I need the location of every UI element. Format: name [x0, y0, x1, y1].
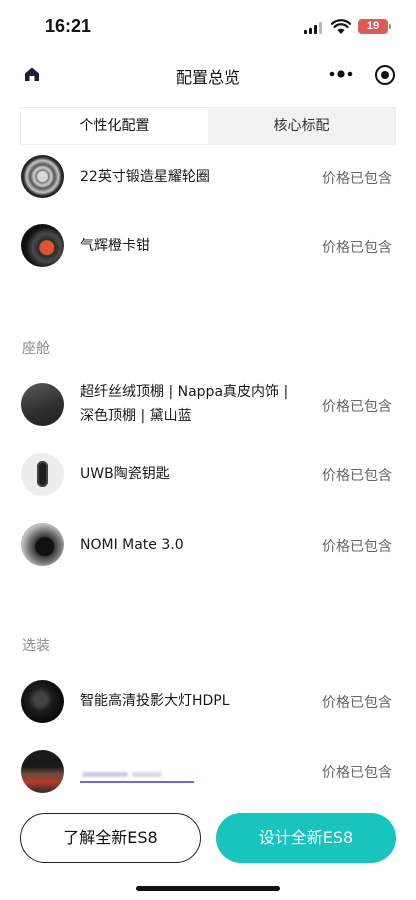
- key-thumbnail: [21, 453, 64, 496]
- list-item[interactable]: NOMI Mate 3.0 价格已包含: [0, 522, 416, 570]
- signal-icon: [304, 22, 324, 34]
- item-price: 价格已包含: [322, 399, 392, 415]
- nav-bar: 配置总览: [0, 52, 416, 98]
- wifi-icon: [331, 19, 351, 34]
- item-name: 22英寸锻造星耀轮圈: [80, 169, 210, 185]
- item-name: UWB陶瓷钥匙: [80, 466, 170, 482]
- item-price: 价格已包含: [322, 240, 392, 256]
- item-name: 超纤丝绒顶棚 | Nappa真皮内饰 | 深色顶棚 | 黛山蓝: [80, 384, 289, 424]
- item-price: 价格已包含: [322, 695, 392, 711]
- tab-personalized[interactable]: 个性化配置: [21, 108, 208, 144]
- item-price: 价格已包含: [322, 171, 392, 187]
- list-item[interactable]: 气辉橙卡钳 价格已包含: [0, 222, 416, 270]
- list-item[interactable]: 价格已包含: [0, 748, 416, 796]
- status-time: 16:21: [45, 16, 92, 36]
- section-title-cabin: 座舱: [22, 341, 50, 357]
- list-item[interactable]: 智能高清投影大灯HDPL 价格已包含: [0, 678, 416, 726]
- list-item[interactable]: 超纤丝绒顶棚 | Nappa真皮内饰 | 深色顶棚 | 黛山蓝 价格已包含: [0, 380, 416, 430]
- caliper-thumbnail: [21, 224, 64, 267]
- wheel-thumbnail: [21, 155, 64, 198]
- battery-tip: [389, 24, 391, 29]
- config-tabs: 个性化配置 核心标配: [20, 107, 396, 145]
- list-item[interactable]: UWB陶瓷钥匙 价格已包含: [0, 452, 416, 500]
- screen-thumbnail: [21, 750, 64, 793]
- item-price: 价格已包含: [322, 539, 392, 555]
- item-name: 智能高清投影大灯HDPL: [80, 693, 230, 709]
- blurred-item-name: [80, 764, 194, 786]
- item-price: 价格已包含: [322, 468, 392, 484]
- item-name: NOMI Mate 3.0: [80, 537, 184, 553]
- interior-thumbnail: [21, 383, 64, 426]
- item-price: 价格已包含: [322, 765, 392, 781]
- headlamp-thumbnail: [21, 680, 64, 723]
- tab-core-standard[interactable]: 核心标配: [208, 108, 395, 144]
- home-indicator[interactable]: [136, 886, 280, 891]
- design-es8-button[interactable]: 设计全新ES8: [216, 813, 396, 863]
- more-icon[interactable]: [328, 66, 354, 82]
- status-bar: 16:21 19: [0, 0, 416, 52]
- close-miniprogram-icon[interactable]: [374, 64, 396, 86]
- section-title-options: 选装: [22, 638, 50, 654]
- nomi-thumbnail: [21, 523, 64, 566]
- learn-es8-button[interactable]: 了解全新ES8: [20, 813, 201, 863]
- list-item[interactable]: 22英寸锻造星耀轮圈 价格已包含: [0, 153, 416, 201]
- battery-icon: 19: [358, 19, 388, 34]
- item-name: 气辉橙卡钳: [80, 238, 150, 254]
